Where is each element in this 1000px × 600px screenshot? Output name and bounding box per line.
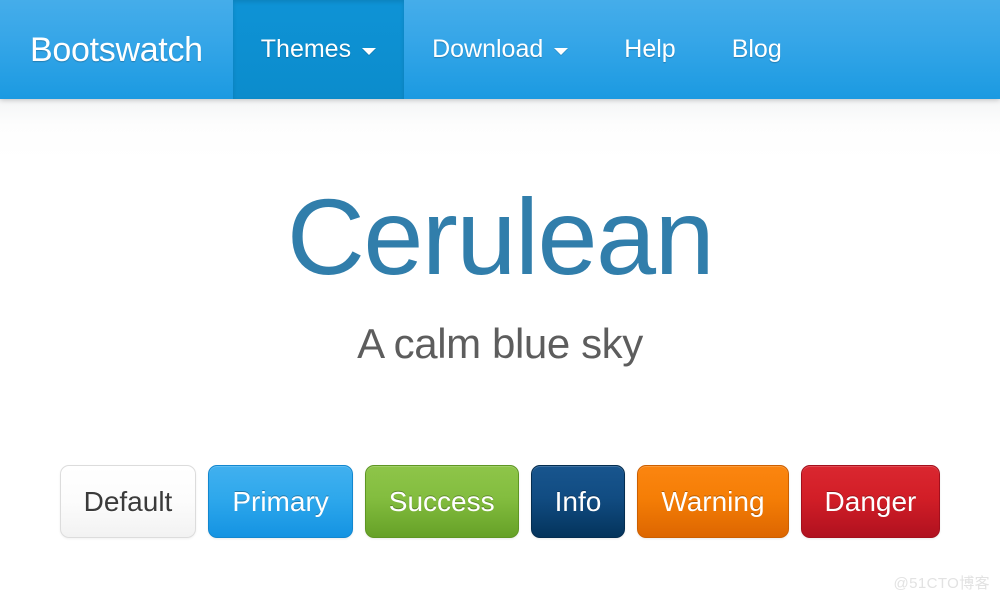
success-button[interactable]: Success (364, 465, 519, 538)
primary-button[interactable]: Primary (208, 465, 353, 538)
nav-item-themes-label: Themes (260, 35, 352, 63)
button-sample-row: Default Primary Success Info Warning Dan… (0, 465, 1000, 538)
nav-item-help-label: Help (624, 35, 676, 63)
chevron-down-icon (554, 48, 569, 55)
danger-button[interactable]: Danger (800, 465, 941, 538)
nav-item-help[interactable]: Help (596, 0, 703, 99)
main-navbar: Bootswatch Themes Download Help Blog (0, 0, 1000, 99)
navbar-nav: Themes Download Help Blog (232, 0, 810, 99)
default-button[interactable]: Default (59, 465, 197, 538)
nav-item-download-label: Download (432, 35, 544, 63)
watermark: @51CTO博客 (893, 575, 990, 592)
page-subtitle: A calm blue sky (357, 320, 643, 367)
info-button[interactable]: Info (530, 465, 626, 538)
nav-item-blog[interactable]: Blog (704, 0, 810, 99)
nav-item-download[interactable]: Download (404, 0, 596, 99)
warning-button[interactable]: Warning (637, 465, 789, 538)
page-root: Bootswatch Themes Download Help Blog Cer… (0, 0, 1000, 600)
chevron-down-icon (362, 48, 377, 55)
page-title: Cerulean (286, 176, 715, 297)
nav-item-blog-label: Blog (731, 35, 782, 63)
navbar-brand[interactable]: Bootswatch (0, 0, 233, 99)
nav-item-themes[interactable]: Themes (232, 0, 405, 99)
